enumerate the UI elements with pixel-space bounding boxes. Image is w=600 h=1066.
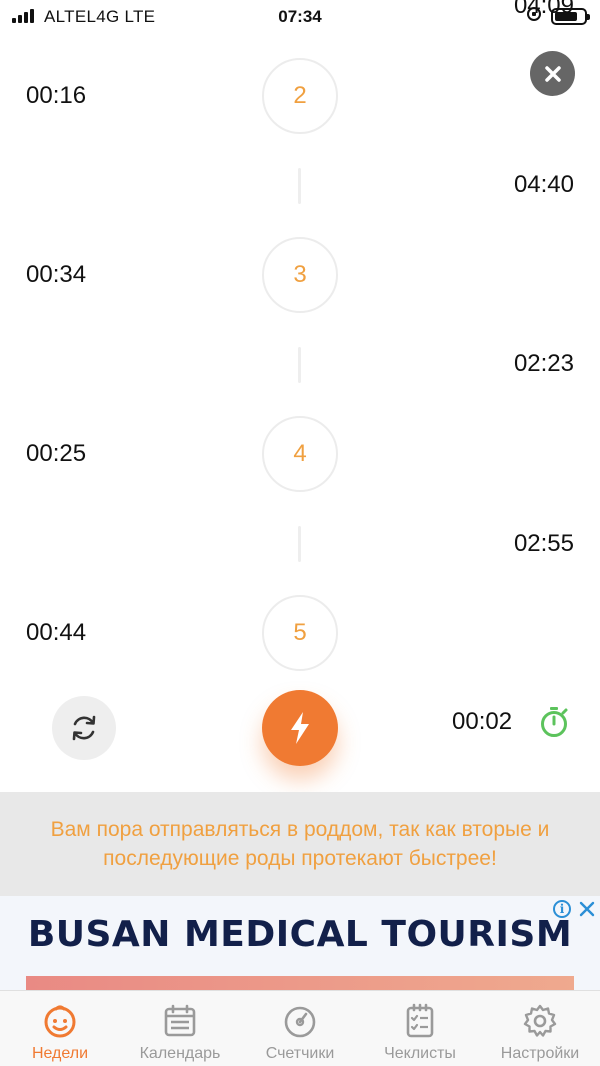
ad-title[interactable]: BUSAN MEDICAL TOURISM xyxy=(0,914,600,955)
timeline-connector xyxy=(298,347,301,383)
checklist-icon xyxy=(406,1003,434,1038)
interval-time-peek: 04:09 xyxy=(513,0,574,19)
interval-time: 02:55 xyxy=(513,530,574,557)
tab-label: Счетчики xyxy=(265,1045,335,1062)
contraction-number: 2 xyxy=(262,58,338,134)
tab-bar: Недели Календарь Счетчики Чеклисты Настр… xyxy=(0,990,600,1066)
contraction-duration: 00:25 xyxy=(26,440,87,467)
timeline-connector xyxy=(298,168,301,204)
advice-text: Вам пора отправляться в роддом, так как … xyxy=(50,818,550,870)
refresh-icon xyxy=(72,715,96,741)
tab-label: Календарь xyxy=(139,1045,221,1062)
contraction-number: 4 xyxy=(262,416,338,492)
tab-weeks[interactable]: Недели xyxy=(0,991,120,1066)
calendar-icon xyxy=(164,1004,196,1037)
contraction-number: 3 xyxy=(262,237,338,313)
tab-checklists[interactable]: Чеклисты xyxy=(360,991,480,1066)
timeline-connector xyxy=(298,526,301,562)
current-timer: 00:02 xyxy=(452,708,513,735)
tab-counters[interactable]: Счетчики xyxy=(240,991,360,1066)
contraction-number: 5 xyxy=(262,595,338,671)
tab-settings[interactable]: Настройки xyxy=(480,991,600,1066)
status-time: 07:34 xyxy=(278,7,322,26)
interval-time: 04:40 xyxy=(513,171,574,198)
tab-label: Чеклисты xyxy=(384,1045,456,1062)
start-contraction-button[interactable] xyxy=(262,690,338,766)
close-icon xyxy=(544,65,561,82)
baby-face-icon xyxy=(44,1005,76,1038)
contraction-duration: 00:44 xyxy=(26,619,87,646)
tab-label: Настройки xyxy=(500,1045,580,1062)
counter-icon xyxy=(284,1006,316,1038)
tab-calendar[interactable]: Календарь xyxy=(120,991,240,1066)
ad-image-strip[interactable] xyxy=(26,976,574,990)
contraction-duration: 00:34 xyxy=(26,261,87,288)
reset-button[interactable] xyxy=(52,696,116,760)
stopwatch-icon[interactable] xyxy=(539,706,569,738)
contraction-duration: 00:16 xyxy=(26,82,87,109)
lightning-icon xyxy=(291,712,309,744)
tab-label: Недели xyxy=(31,1045,89,1062)
status-bar: ALTEL4G LTE 07:34 xyxy=(0,0,600,34)
close-button[interactable] xyxy=(530,51,575,96)
advice-banner: Вам пора отправляться в роддом, так как … xyxy=(0,792,600,896)
ad-close-icon[interactable] xyxy=(578,900,596,918)
interval-time: 02:23 xyxy=(513,350,574,377)
gear-icon xyxy=(523,1004,557,1037)
ad-info-icon[interactable]: i xyxy=(553,900,571,918)
